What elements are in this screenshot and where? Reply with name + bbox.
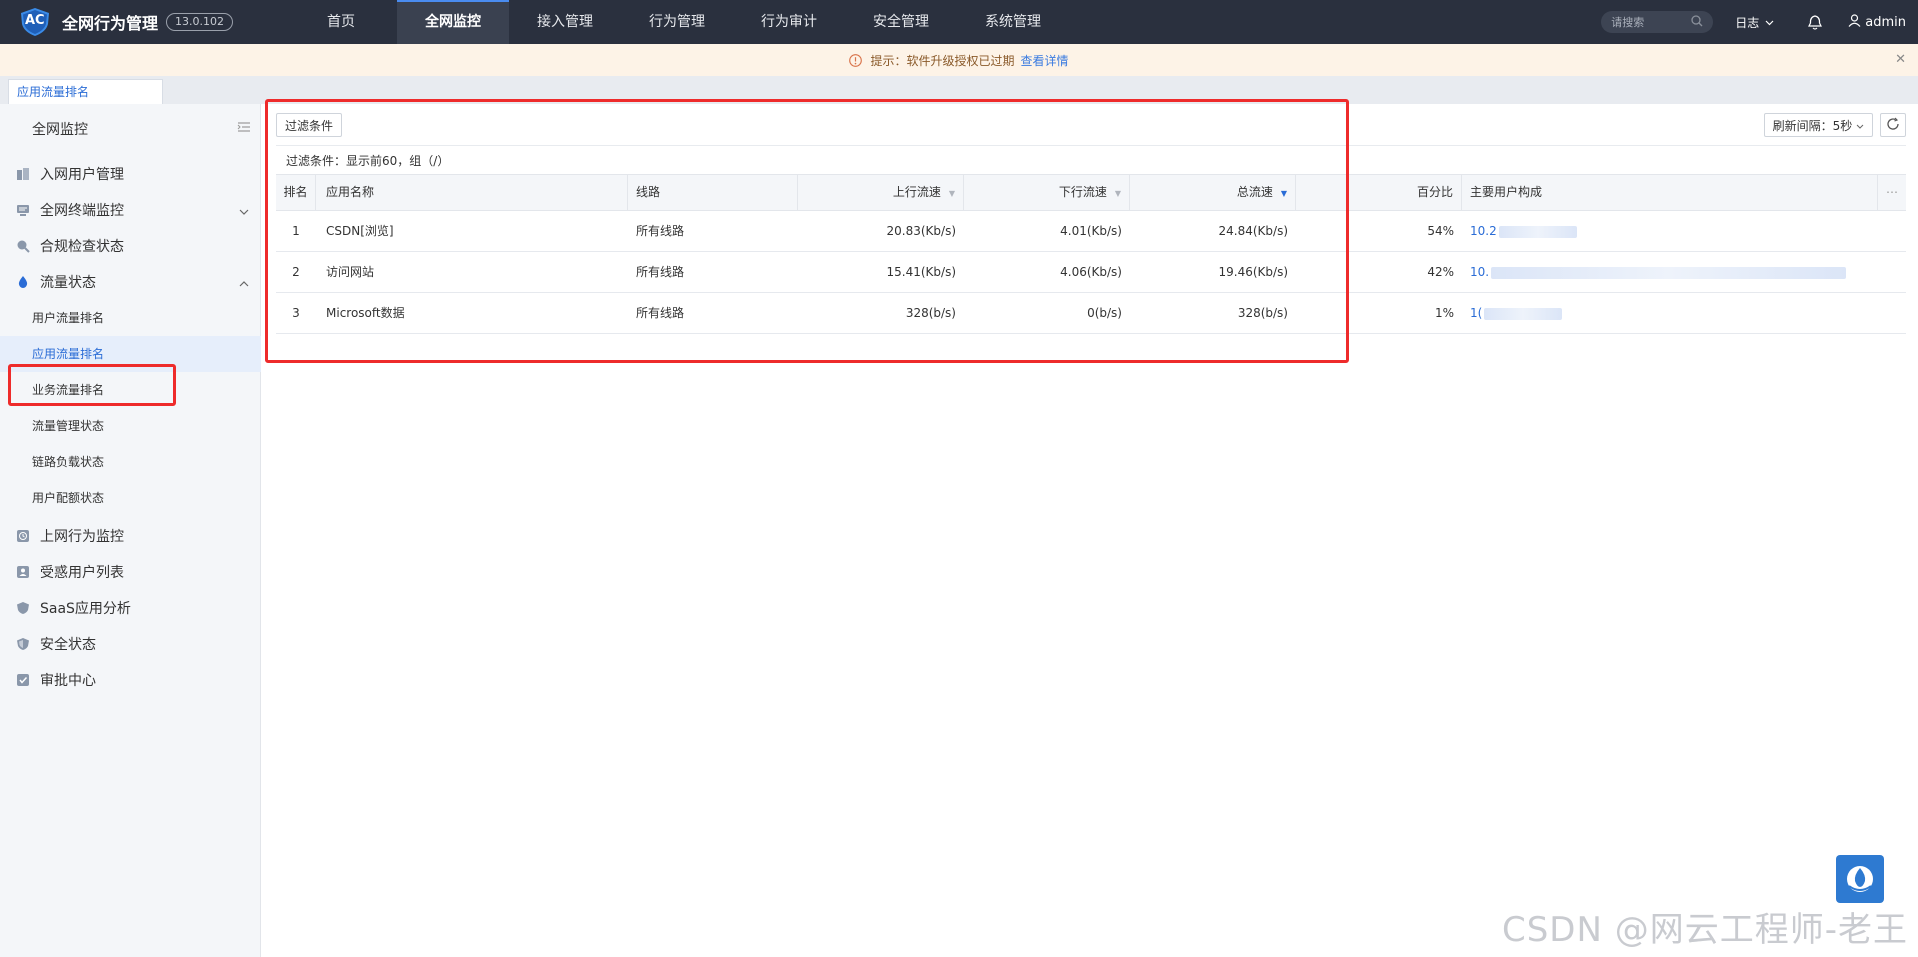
nav-network-monitor[interactable]: 全网监控 (397, 0, 509, 44)
redacted-block (1484, 307, 1563, 320)
chevron-down-icon (1856, 118, 1864, 132)
nav-access-management[interactable]: 接入管理 (509, 0, 621, 44)
sidebar-header: 全网监控 (0, 104, 261, 154)
redacted-block (1491, 266, 1847, 279)
sidebar-item-label: 审批中心 (40, 673, 96, 689)
sidebar-item-security-status[interactable]: 安全状态 (0, 626, 261, 662)
top-right-tools: 日志 admin (1601, 0, 1918, 44)
nav-security-management[interactable]: 安全管理 (845, 0, 957, 44)
assistant-float-icon[interactable] (1836, 855, 1884, 903)
sidebar-item-label: 入网用户管理 (40, 167, 124, 183)
search-icon[interactable] (1691, 14, 1703, 30)
search-input[interactable] (1611, 15, 1684, 29)
cell-main-users: 10. (1470, 252, 1870, 292)
sidebar-subitem-user-traffic[interactable]: 用户流量排名 (0, 300, 261, 336)
bell-icon[interactable] (1808, 14, 1823, 30)
log-label: 日志 (1735, 15, 1760, 30)
sidebar-item-label: 安全状态 (40, 637, 96, 653)
app-title: 全网行为管理 (62, 14, 159, 33)
notice-details-link[interactable]: 查看详情 (1021, 52, 1069, 69)
sidebar-subitem-traffic-management[interactable]: 流量管理状态 (0, 408, 261, 444)
refresh-interval-select[interactable]: 刷新间隔：5秒 (1764, 113, 1873, 137)
water-drop-icon (16, 275, 30, 289)
clock-icon (16, 529, 30, 543)
sidebar: 全网监控 入网用户管理 全网终端监控 合规检查状态 流量状态 用户流量排名 应用… (0, 104, 261, 957)
user-icon (1848, 13, 1861, 31)
main-nav: 首页 全网监控 接入管理 行为管理 行为审计 安全管理 系统管理 (285, 0, 1069, 44)
sidebar-item-access-users[interactable]: 入网用户管理 (0, 156, 261, 192)
cell-main-users: 1( (1470, 293, 1870, 333)
sidebar-item-compliance[interactable]: 合规检查状态 (0, 228, 261, 264)
checklist-icon (16, 673, 30, 687)
monitor-icon (16, 203, 30, 217)
sidebar-subitem-link-load[interactable]: 链路负载状态 (0, 444, 261, 480)
username: admin (1865, 14, 1906, 30)
sidebar-item-label: 受惑用户列表 (40, 565, 124, 581)
nav-behavior-management[interactable]: 行为管理 (621, 0, 733, 44)
cell-main-users: 10.2 (1470, 211, 1870, 251)
shield-icon (16, 637, 30, 651)
notice-text: 提示：软件升级授权已过期 (870, 53, 1015, 68)
sidebar-item-terminal-monitor[interactable]: 全网终端监控 (0, 192, 261, 228)
nav-system-management[interactable]: 系统管理 (957, 0, 1069, 44)
building-icon (16, 167, 30, 181)
nav-behavior-audit[interactable]: 行为审计 (733, 0, 845, 44)
sidebar-title: 全网监控 (32, 122, 88, 138)
saas-shield-icon (16, 601, 30, 615)
highlight-box-sidebar (8, 364, 176, 406)
sidebar-item-approval-center[interactable]: 审批中心 (0, 662, 261, 698)
sidebar-item-label: 上网行为监控 (40, 529, 124, 545)
watermark-text: CSDN @网云工程师-老王 (1501, 910, 1908, 950)
column-header-main-users[interactable]: 主要用户构成 (1462, 175, 1878, 210)
refresh-icon (1886, 117, 1900, 134)
sidebar-item-traffic-status[interactable]: 流量状态 (0, 264, 261, 300)
user-ip-link[interactable]: 10.2 (1470, 224, 1497, 238)
user-menu[interactable]: admin (1848, 13, 1906, 31)
more-columns-icon[interactable]: ⋯ (1878, 175, 1906, 210)
top-navbar: AC 全网行为管理 13.0.102 首页 全网监控 接入管理 行为管理 行为审… (0, 0, 1918, 44)
app-logo[interactable]: AC 全网行为管理 13.0.102 (0, 0, 285, 44)
collapse-menu-icon[interactable] (237, 121, 251, 137)
version-badge: 13.0.102 (166, 13, 233, 31)
refresh-button[interactable] (1880, 113, 1906, 137)
sidebar-subitem-user-quota[interactable]: 用户配额状态 (0, 480, 261, 516)
sidebar-item-label: 流量状态 (40, 275, 96, 291)
sidebar-item-label: 合规检查状态 (40, 239, 124, 255)
close-icon[interactable]: ✕ (1895, 52, 1906, 67)
logo-letters: AC (25, 13, 45, 28)
license-notice: 提示：软件升级授权已过期 查看详情 ✕ (0, 44, 1918, 76)
sidebar-item-infected-users[interactable]: 受惑用户列表 (0, 554, 261, 590)
user-card-icon (16, 565, 30, 579)
warning-icon (849, 53, 863, 67)
magnifier-icon (16, 239, 30, 253)
sidebar-item-label: 全网终端监控 (40, 203, 124, 219)
shield-logo-icon: AC (18, 7, 52, 37)
redacted-block (1498, 225, 1577, 238)
log-menu[interactable]: 日志 (1735, 14, 1774, 31)
search-box[interactable] (1601, 11, 1714, 33)
sidebar-item-online-behavior[interactable]: 上网行为监控 (0, 518, 261, 554)
sidebar-item-saas-analysis[interactable]: SaaS应用分析 (0, 590, 261, 626)
sidebar-item-label: SaaS应用分析 (40, 601, 131, 617)
user-ip-link[interactable]: 10. (1470, 265, 1489, 279)
tab-app-traffic-ranking[interactable]: 应用流量排名 (8, 79, 163, 104)
chevron-down-icon (1765, 15, 1774, 29)
highlight-box-table (265, 99, 1349, 363)
chevron-up-icon (239, 275, 249, 291)
refresh-interval-label: 刷新间隔：5秒 (1772, 118, 1853, 133)
nav-home[interactable]: 首页 (285, 0, 397, 44)
chevron-down-icon (239, 203, 249, 219)
user-ip-link[interactable]: 1( (1470, 306, 1482, 320)
